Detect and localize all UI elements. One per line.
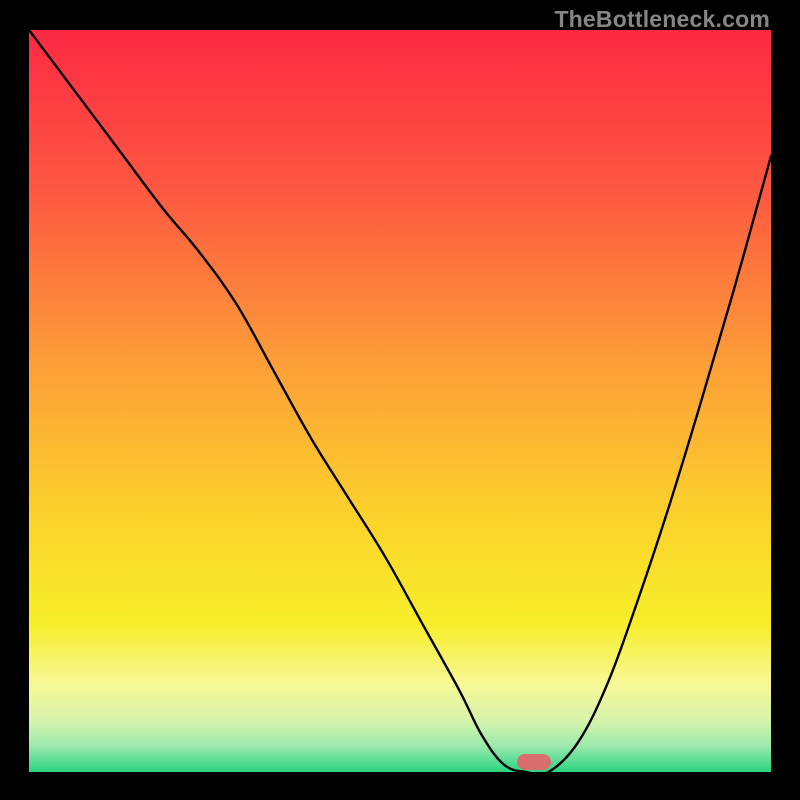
chart-frame: TheBottleneck.com: [0, 0, 800, 800]
bottleneck-curve: [29, 30, 771, 772]
watermark-text: TheBottleneck.com: [554, 6, 770, 33]
plot-area: [29, 30, 771, 772]
optimal-marker: [517, 754, 551, 770]
